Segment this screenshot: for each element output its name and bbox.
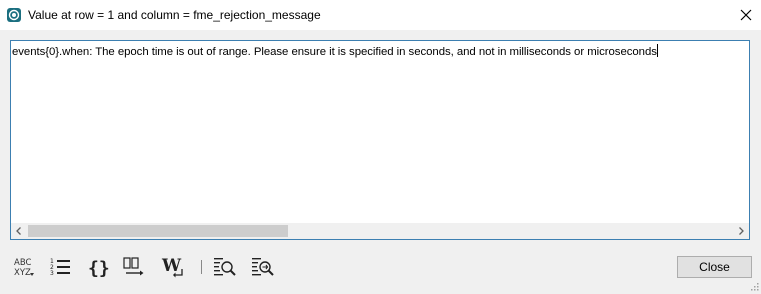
- text-viewer-dialog: Value at row = 1 and column = fme_reject…: [0, 0, 761, 292]
- title-bar[interactable]: Value at row = 1 and column = fme_reject…: [0, 0, 761, 30]
- editor-content: events{0}.when: The epoch time is out of…: [12, 46, 657, 58]
- fme-app-icon: [7, 8, 21, 22]
- spell-check-icon[interactable]: ABC XYZ: [12, 254, 38, 280]
- svg-text:ABC: ABC: [14, 258, 31, 268]
- editor-toolbar: ABC XYZ 1 2 3 {} W: [12, 254, 312, 282]
- svg-text:XYZ: XYZ: [14, 268, 31, 278]
- editor-line: events{0}.when: The epoch time is out of…: [12, 44, 658, 58]
- find-replace-icon[interactable]: [250, 254, 276, 280]
- scroll-left-arrow-icon[interactable]: [11, 223, 27, 239]
- find-icon[interactable]: [212, 254, 238, 280]
- horizontal-scrollbar[interactable]: [11, 223, 749, 239]
- line-numbers-icon[interactable]: 1 2 3: [48, 254, 74, 280]
- text-caret: [656, 44, 658, 57]
- scroll-thumb[interactable]: [28, 225, 288, 237]
- window-title: Value at row = 1 and column = fme_reject…: [28, 8, 321, 22]
- value-text-area[interactable]: events{0}.when: The epoch time is out of…: [10, 40, 750, 240]
- json-braces-icon[interactable]: {}: [86, 254, 112, 280]
- svg-text:3: 3: [50, 270, 54, 277]
- word-wrap-icon[interactable]: W: [160, 254, 186, 280]
- scroll-right-arrow-icon[interactable]: [733, 223, 749, 239]
- close-icon[interactable]: [738, 7, 754, 23]
- column-view-icon[interactable]: [122, 254, 148, 280]
- toolbar-separator: [201, 260, 202, 274]
- resize-grip-icon[interactable]: [749, 280, 759, 291]
- svg-text:W: W: [161, 256, 182, 276]
- close-button[interactable]: Close: [677, 256, 752, 278]
- svg-text:{}: {}: [88, 258, 110, 279]
